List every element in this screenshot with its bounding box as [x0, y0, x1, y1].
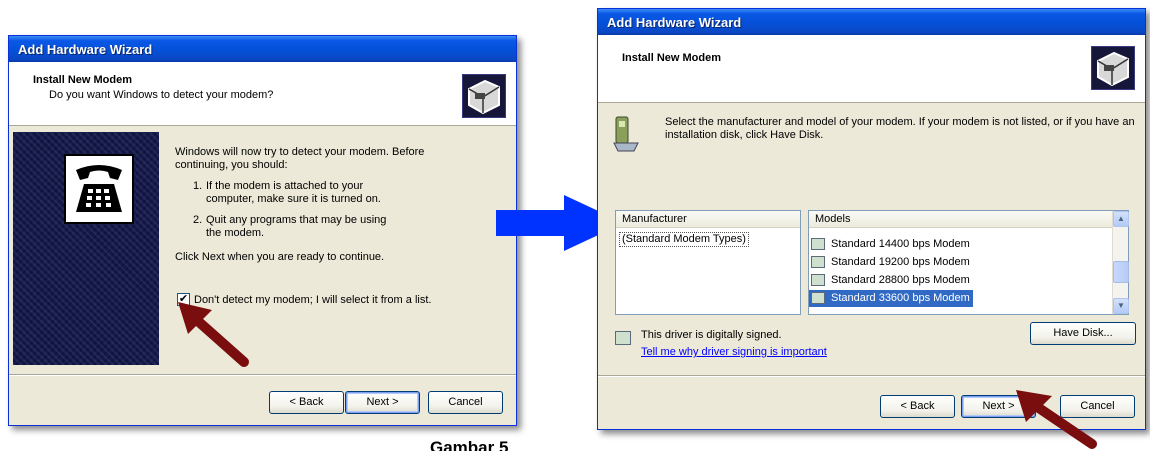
modem-side-art — [13, 132, 159, 365]
scroll-thumb[interactable] — [1113, 261, 1129, 283]
model-list-item[interactable]: Standard 14400 bps Modem — [809, 236, 973, 253]
driver-signed-icon — [811, 256, 825, 268]
driver-signed-icon — [811, 238, 825, 250]
pointer-arrow-icon — [178, 302, 249, 367]
left-header-subtitle: Do you want Windows to detect your modem… — [49, 89, 274, 101]
have-disk-button[interactable]: Have Disk... — [1030, 322, 1136, 345]
phone-icon — [64, 154, 134, 224]
right-header-title: Install New Modem — [622, 52, 722, 64]
driver-signed-icon — [811, 292, 825, 304]
left-cancel-button[interactable]: Cancel — [428, 391, 503, 414]
models-column-header[interactable]: Models — [809, 211, 1112, 228]
model-label: Standard 33600 bps Modem — [831, 292, 970, 304]
models-list[interactable]: Models Standard 14400 bps Modem Standard… — [808, 210, 1129, 315]
left-step-2-number: 2. — [193, 214, 203, 226]
left-wizard-header: Install New Modem Do you want Windows to… — [9, 62, 516, 126]
model-label: Standard 28800 bps Modem — [831, 274, 970, 286]
right-back-button[interactable]: < Back — [880, 395, 955, 418]
figure-caption: Gambar 5 — [430, 438, 509, 451]
left-back-button[interactable]: < Back — [269, 391, 344, 414]
driver-signed-icon — [811, 274, 825, 286]
right-window-titlebar: Add Hardware Wizard — [598, 9, 1145, 35]
right-instruction-text: Select the manufacturer and model of you… — [665, 116, 1135, 141]
manufacturer-list[interactable]: Manufacturer (Standard Modem Types) — [615, 210, 801, 315]
model-list-item[interactable]: Standard 28800 bps Modem — [809, 272, 973, 289]
right-footer-separator — [598, 375, 1145, 377]
scroll-up-icon[interactable]: ▲ — [1113, 211, 1129, 227]
driver-signed-icon — [615, 331, 631, 345]
left-step-1-number: 1. — [193, 180, 203, 192]
right-wizard-header: Install New Modem — [598, 35, 1145, 103]
left-wizard-window: Add Hardware Wizard Install New Modem Do… — [8, 35, 517, 426]
modem-icon — [612, 113, 640, 153]
model-label: Standard 14400 bps Modem — [831, 238, 970, 250]
left-next-hint: Click Next when you are ready to continu… — [175, 251, 385, 263]
driver-signed-text: This driver is digitally signed. — [641, 329, 782, 341]
left-footer-separator — [9, 374, 516, 376]
scroll-down-icon[interactable]: ▼ — [1113, 298, 1129, 314]
hardware-wizard-icon — [1091, 46, 1135, 90]
hardware-wizard-icon — [462, 74, 506, 118]
model-list-item-selected[interactable]: Standard 33600 bps Modem — [809, 290, 973, 307]
driver-signing-link[interactable]: Tell me why driver signing is important — [641, 346, 827, 359]
pointer-arrow-icon — [1016, 390, 1097, 449]
left-step-2-text: Quit any programs that may be using the … — [206, 214, 387, 239]
manufacturer-item[interactable]: (Standard Modem Types) — [619, 232, 749, 247]
right-wizard-window: Add Hardware Wizard Install New Modem Se… — [597, 8, 1146, 430]
left-intro-text: Windows will now try to detect your mode… — [175, 146, 425, 171]
models-scrollbar[interactable]: ▲ ▼ — [1112, 211, 1129, 314]
left-next-button[interactable]: Next > — [345, 391, 420, 414]
model-list-item[interactable]: Standard 19200 bps Modem — [809, 254, 973, 271]
model-label: Standard 19200 bps Modem — [831, 256, 970, 268]
left-window-titlebar: Add Hardware Wizard — [9, 36, 516, 62]
left-step-1-text: If the modem is attached to your compute… — [206, 180, 381, 205]
left-header-title: Install New Modem — [33, 74, 133, 86]
manufacturer-column-header[interactable]: Manufacturer — [616, 211, 800, 228]
